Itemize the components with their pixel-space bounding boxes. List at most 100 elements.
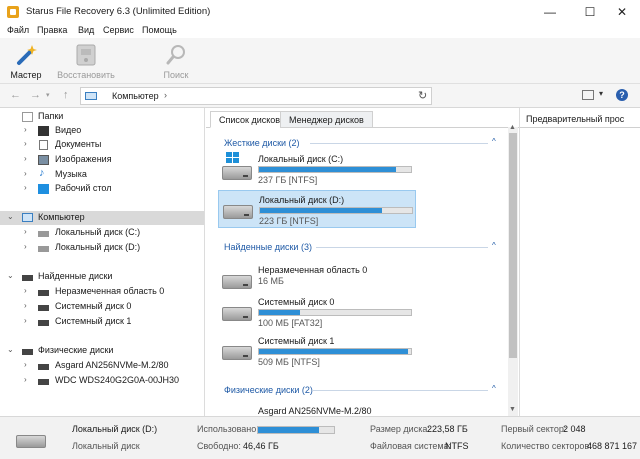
- tab-preview[interactable]: Предварительный прос: [520, 111, 640, 128]
- tree-item-drive-c[interactable]: › Локальный диск (C:): [0, 226, 204, 240]
- scroll-down-icon[interactable]: ▼: [509, 406, 516, 413]
- drive-icon: [38, 379, 49, 385]
- tree-item-system-1[interactable]: › Системный диск 1: [0, 315, 204, 329]
- chevron-down-icon[interactable]: ⌄: [7, 271, 14, 280]
- restore-button[interactable]: Восстановить: [55, 40, 117, 82]
- desktop-folder-icon: [38, 184, 49, 194]
- first-sector-label: Первый сектор:: [501, 424, 567, 434]
- fs-value: NTFS: [445, 441, 469, 451]
- tree-item-system-0[interactable]: › Системный диск 0: [0, 300, 204, 314]
- free-value: 46,46 ГБ: [243, 441, 279, 451]
- tree-physical-header[interactable]: ⌄ Физические диски: [0, 344, 204, 358]
- menu-view[interactable]: Вид: [78, 25, 94, 35]
- forward-arrow-icon[interactable]: →: [30, 89, 41, 101]
- menu-file[interactable]: Файл: [7, 25, 29, 35]
- tree-item-documents[interactable]: › Документы: [0, 138, 204, 152]
- windows-logo-icon: [226, 152, 240, 164]
- chevron-right-icon[interactable]: ›: [24, 375, 27, 384]
- drive-icon: [22, 349, 33, 355]
- refresh-icon[interactable]: ↻: [418, 89, 427, 102]
- group-hard-disks: Жесткие диски (2): [224, 138, 300, 148]
- restore-label: Восстановить: [57, 70, 115, 80]
- tree-label: Изображения: [55, 154, 112, 164]
- tree-found-header[interactable]: ⌄ Найденные диски: [0, 270, 204, 284]
- chevron-right-icon[interactable]: ›: [24, 169, 27, 178]
- group-found-disks: Найденные диски (3): [224, 242, 312, 252]
- group-physical-disks: Физические диски (2): [224, 385, 313, 395]
- menu-bar: Файл Правка Вид Сервис Помощь: [0, 24, 640, 38]
- up-arrow-icon[interactable]: ↑: [63, 89, 69, 101]
- drive-c-item[interactable]: Локальный диск (C:) 237 ГБ [NTFS]: [218, 150, 416, 188]
- system-disk-1-item[interactable]: Системный диск 1 509 МБ [NTFS]: [218, 332, 416, 370]
- tab-disk-list[interactable]: Список дисков: [210, 111, 290, 128]
- hard-drive-icon: [222, 346, 252, 360]
- address-bar[interactable]: Компьютер › ↻: [80, 87, 432, 105]
- drive-d-item[interactable]: Локальный диск (D:) 223 ГБ [NTFS]: [218, 190, 416, 228]
- tree-item-music[interactable]: › ♪ Музыка: [0, 167, 204, 182]
- tree-item-video[interactable]: › Видео: [0, 124, 204, 138]
- drive-icon: [38, 231, 49, 237]
- drive-info: 237 ГБ [NTFS]: [258, 175, 318, 185]
- tree-label: Неразмеченная область 0: [55, 286, 165, 296]
- chevron-up-icon[interactable]: ^: [492, 137, 496, 146]
- chevron-up-icon[interactable]: ^: [492, 384, 496, 393]
- folder-tree[interactable]: Папки › Видео › Документы › Изображения …: [0, 108, 205, 416]
- free-label: Свободно:: [197, 441, 241, 451]
- chevron-down-icon[interactable]: ⌄: [7, 212, 14, 221]
- tree-item-unallocated[interactable]: › Неразмеченная область 0: [0, 285, 204, 299]
- search-icon: [166, 45, 185, 65]
- magic-wand-icon: [17, 45, 37, 65]
- drive-info: 223 ГБ [NTFS]: [259, 216, 319, 226]
- hard-drive-icon: [16, 435, 46, 448]
- tab-disk-manager[interactable]: Менеджер дисков: [280, 111, 373, 128]
- chevron-right-icon[interactable]: ›: [24, 286, 27, 295]
- search-button[interactable]: Поиск: [156, 40, 196, 82]
- history-dropdown-icon[interactable]: ▾: [46, 91, 50, 99]
- minimize-button[interactable]: —: [532, 0, 568, 24]
- drive-icon: [38, 305, 49, 311]
- chevron-right-icon[interactable]: ›: [24, 154, 27, 163]
- used-label: Использовано:: [197, 424, 259, 434]
- tree-item-drive-d[interactable]: › Локальный диск (D:): [0, 241, 204, 255]
- view-dropdown-icon[interactable]: ▾: [599, 89, 603, 98]
- chevron-right-icon[interactable]: ›: [24, 301, 27, 310]
- chevron-right-icon[interactable]: ›: [24, 139, 27, 148]
- tree-item-images[interactable]: › Изображения: [0, 153, 204, 167]
- wizard-button[interactable]: Мастер: [4, 40, 48, 82]
- chevron-down-icon[interactable]: ⌄: [7, 345, 14, 354]
- help-icon[interactable]: ?: [616, 89, 628, 101]
- close-button[interactable]: ✕: [604, 0, 640, 24]
- system-disk-0-item[interactable]: Системный диск 0 100 МБ [FAT32]: [218, 293, 416, 331]
- used-bar: [257, 426, 335, 434]
- tree-item-wdc[interactable]: › WDC WDS240G2G0A-00JH30: [0, 374, 204, 388]
- menu-edit[interactable]: Правка: [37, 25, 67, 35]
- asgard-disk-item[interactable]: Asgard AN256NVMe-M.2/80: [218, 402, 416, 416]
- tree-item-asgard[interactable]: › Asgard AN256NVMe-M.2/80: [0, 359, 204, 373]
- chevron-right-icon[interactable]: ›: [24, 183, 27, 192]
- tree-label: Рабочий стол: [55, 183, 112, 193]
- chevron-right-icon[interactable]: ›: [24, 227, 27, 236]
- chevron-right-icon[interactable]: ›: [24, 125, 27, 134]
- tree-label: Системный диск 0: [55, 301, 132, 311]
- maximize-button[interactable]: ☐: [572, 0, 608, 24]
- chevron-right-icon[interactable]: ›: [164, 90, 167, 100]
- chevron-right-icon[interactable]: ›: [24, 242, 27, 251]
- tree-label: Документы: [55, 139, 102, 149]
- menu-help[interactable]: Помощь: [142, 25, 177, 35]
- scroll-up-icon[interactable]: ▲: [509, 124, 516, 131]
- hard-drive-icon: [222, 307, 252, 321]
- tree-folders-header[interactable]: Папки: [0, 110, 204, 124]
- chevron-right-icon[interactable]: ›: [24, 316, 27, 325]
- menu-service[interactable]: Сервис: [103, 25, 134, 35]
- chevron-up-icon[interactable]: ^: [492, 241, 496, 250]
- back-arrow-icon[interactable]: ←: [10, 89, 21, 101]
- sector-count-label: Количество секторов:: [501, 441, 592, 451]
- tree-computer-header[interactable]: ⌄ Компьютер: [0, 211, 204, 225]
- address-path: Компьютер: [112, 91, 159, 101]
- music-note-icon: ♪: [39, 167, 45, 179]
- scrollbar-thumb[interactable]: [509, 133, 517, 358]
- view-mode-icon[interactable]: [582, 90, 594, 100]
- chevron-right-icon[interactable]: ›: [24, 360, 27, 369]
- drive-icon: [38, 246, 49, 252]
- tree-item-desktop[interactable]: › Рабочий стол: [0, 182, 204, 196]
